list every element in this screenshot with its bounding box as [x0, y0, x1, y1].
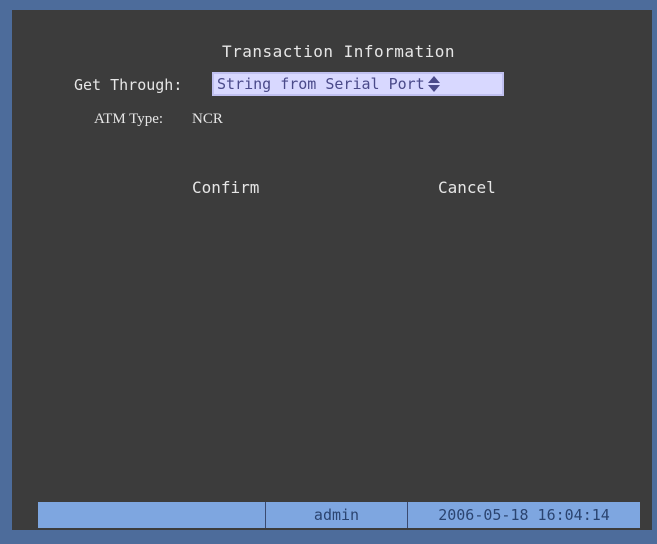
- get-through-label: Get Through:: [74, 76, 183, 94]
- dvr-screen: Transaction Information Get Through: Str…: [0, 0, 657, 544]
- status-datetime: 2006-05-18 16:04:14: [438, 506, 610, 524]
- atm-type-value: NCR: [192, 111, 223, 127]
- dialog-title: Transaction Information: [222, 42, 456, 61]
- status-bar: admin 2006-05-18 16:04:14: [38, 502, 640, 528]
- atm-type-label: ATM Type:: [94, 111, 164, 127]
- get-through-value: String from Serial Port: [217, 75, 425, 93]
- up-down-arrow-icon: [427, 76, 441, 92]
- status-user: admin: [266, 502, 408, 528]
- status-bar-blank: [38, 502, 266, 528]
- get-through-select[interactable]: String from Serial Port: [212, 72, 504, 96]
- confirm-button[interactable]: Confirm: [192, 178, 259, 197]
- dialog-panel: Transaction Information Get Through: Str…: [12, 10, 652, 530]
- cancel-button[interactable]: Cancel: [438, 178, 496, 197]
